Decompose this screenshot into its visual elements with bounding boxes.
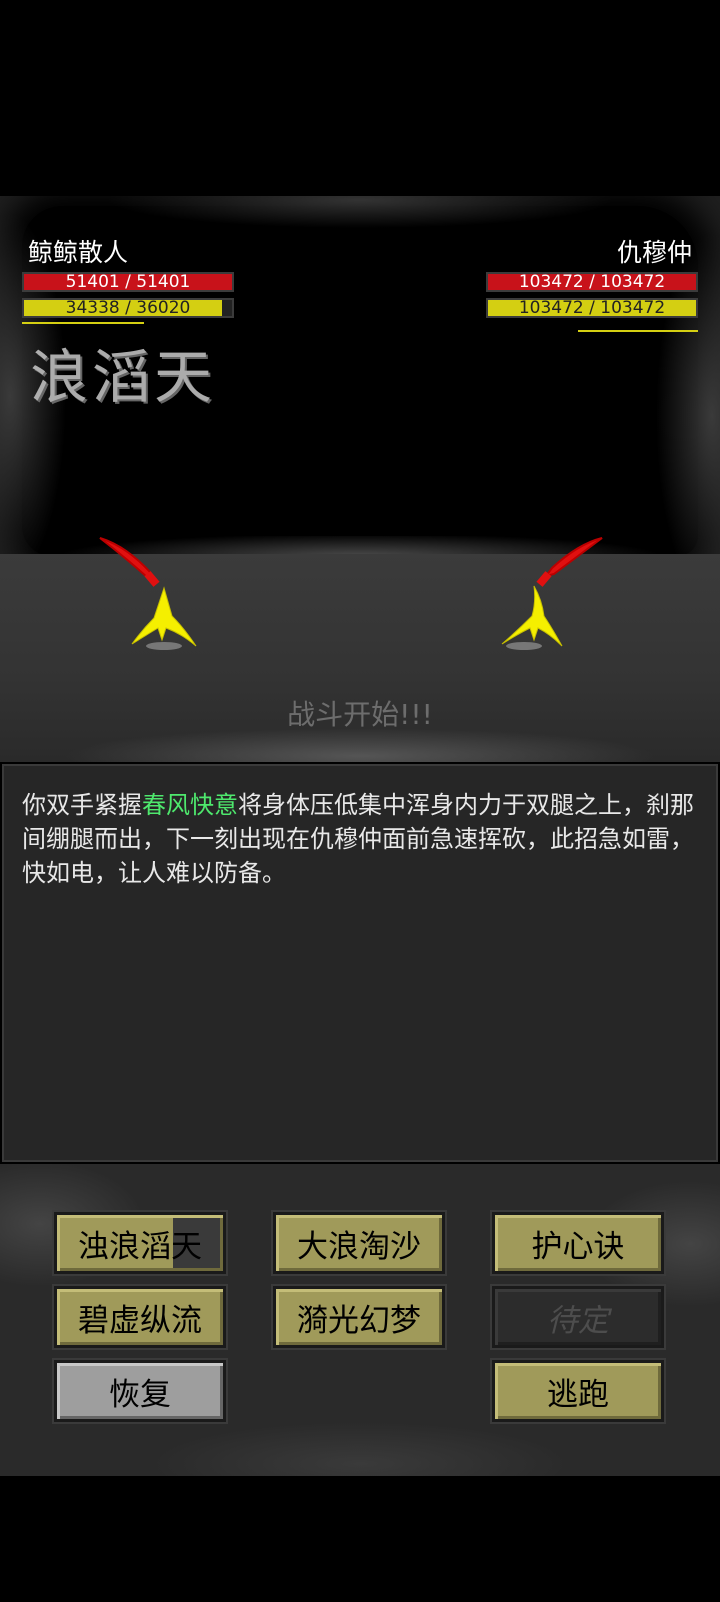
- player-sprite: [99, 537, 197, 650]
- log-text-before: 你双手紧握: [22, 791, 142, 819]
- battle-status: 战斗开始!!!: [287, 698, 433, 731]
- shadow: [506, 642, 542, 650]
- flee-button[interactable]: 逃跑: [490, 1358, 666, 1424]
- player-charge-bar: [22, 322, 144, 324]
- skill-banner: 浪滔天: [30, 343, 217, 411]
- skill-button-2[interactable]: 大浪淘沙: [271, 1210, 447, 1276]
- enemy-hp-text: 103472 / 103472: [518, 272, 666, 292]
- player-hp-text: 51401 / 51401: [65, 272, 191, 292]
- enemy-sprite: [501, 537, 603, 650]
- log-skill-highlight: 春风快意: [142, 791, 238, 819]
- player-mp-text: 34338 / 36020: [65, 298, 191, 318]
- player-mp-bar: 34338 / 36020: [22, 298, 234, 318]
- skill-button-3[interactable]: 护心诀: [490, 1210, 666, 1276]
- skill-button-1[interactable]: 浊浪滔天: [52, 1210, 228, 1276]
- shadow: [146, 642, 182, 650]
- red-sword-icon: [543, 537, 603, 578]
- enemy-charge-bar: [578, 330, 698, 332]
- recover-button[interactable]: 恢复: [52, 1358, 228, 1424]
- bottom-bar: [0, 1476, 720, 1602]
- enemy-mp-text: 103472 / 103472: [518, 298, 666, 318]
- enemy-name: 仇穆仲: [616, 238, 692, 267]
- yellow-swordsman-icon: [501, 585, 563, 647]
- skill-button-6-locked: 待定: [490, 1284, 666, 1350]
- skill-button-4[interactable]: 碧虚纵流: [52, 1284, 228, 1350]
- red-sword-icon: [99, 537, 156, 582]
- enemy-hp-bar: 103472 / 103472: [486, 272, 698, 292]
- skill-button-5[interactable]: 漪光幻梦: [271, 1284, 447, 1350]
- enemy-mp-bar: 103472 / 103472: [486, 298, 698, 318]
- battle-log: 你双手紧握春风快意将身体压低集中浑身内力于双腿之上，刹那间绷腿而出，下一刻出现在…: [2, 764, 718, 1162]
- yellow-swordsman-icon: [131, 586, 197, 647]
- player-hp-bar: 51401 / 51401: [22, 272, 234, 292]
- player-name: 鲸鲸散人: [28, 238, 129, 267]
